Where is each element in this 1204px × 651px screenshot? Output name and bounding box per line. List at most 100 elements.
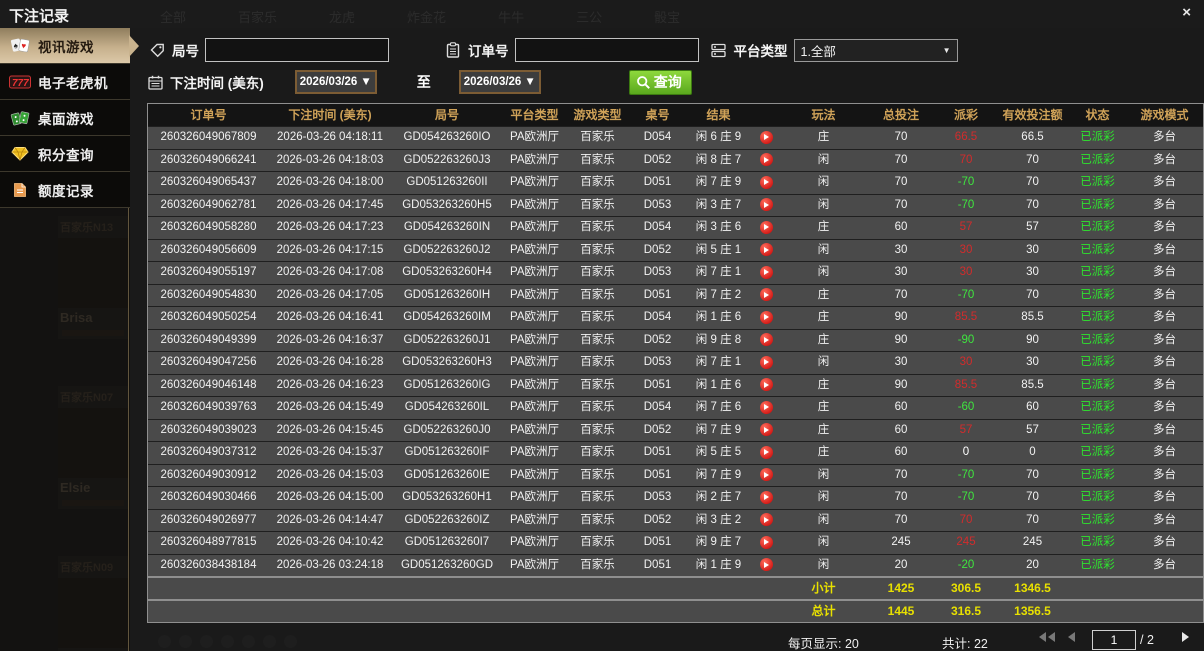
- cell-result: 闲 1 庄 9: [695, 558, 742, 571]
- replay-video-button[interactable]: [759, 468, 773, 482]
- cell-round: GD053263260H4: [402, 266, 492, 279]
- cell-order: 260326049030466: [160, 491, 257, 504]
- cell-bet_on: 闲: [817, 468, 830, 481]
- table-row: 260326049055197 2026-03-26 04:17:08 GD0532…: [148, 261, 1203, 284]
- next-page-icon[interactable]: [1182, 632, 1189, 642]
- play-icon: [764, 494, 769, 501]
- replay-video-button[interactable]: [759, 445, 773, 459]
- cell-platform: PA欧洲厅: [510, 491, 559, 504]
- replay-video-button[interactable]: [759, 558, 773, 572]
- col-header-payout: 派彩: [953, 108, 978, 122]
- cell-game: 百家乐: [580, 491, 615, 504]
- cell-order: 260326049039023: [160, 423, 257, 436]
- table-row: 260326049062781 2026-03-26 04:17:45 GD0532…: [148, 193, 1203, 216]
- platform-icon: [708, 43, 730, 58]
- cell-time: 2026-03-26 04:17:15: [276, 243, 384, 256]
- subtotal-row-bet_on: 小计: [811, 581, 836, 595]
- cell-time: 2026-03-26 04:18:00: [276, 176, 384, 189]
- query-button[interactable]: 查询: [628, 69, 692, 95]
- cell-valid_bet: 70: [1026, 153, 1039, 166]
- replay-video-button[interactable]: [759, 220, 773, 234]
- page-number-input[interactable]: [1092, 630, 1136, 650]
- cell-status: 已派彩: [1080, 401, 1115, 414]
- cell-time: 2026-03-26 04:15:49: [276, 401, 384, 414]
- replay-video-button[interactable]: [759, 423, 773, 437]
- cell-status: 已派彩: [1080, 266, 1115, 279]
- table-header-row: 订单号 下注时间 (美东) 局号 平台类型 游戏类型 桌号 结果 玩法 总投注 派彩 有效投注额 状态…: [148, 104, 1203, 126]
- cell-table: D053: [643, 266, 672, 279]
- backdrop-tab: 炸金花: [407, 10, 447, 25]
- replay-video-button[interactable]: [759, 243, 773, 257]
- pagination-bar: 每页显示: 20 共计: 22 / 2: [130, 626, 1204, 651]
- replay-video-button[interactable]: [759, 355, 773, 369]
- sidebar-item-1[interactable]: ♠ ♥ 视讯游戏: [0, 28, 139, 64]
- replay-video-button[interactable]: [759, 265, 773, 279]
- replay-video-button[interactable]: [759, 333, 773, 347]
- replay-video-button[interactable]: [759, 130, 773, 144]
- sidebar-item-5[interactable]: 额度记录: [0, 172, 130, 208]
- cell-table: D051: [643, 176, 672, 189]
- backdrop-tab: 全部: [160, 10, 187, 25]
- replay-video-button[interactable]: [759, 535, 773, 549]
- table-row: 260326049065437 2026-03-26 04:18:00 GD0512…: [148, 171, 1203, 194]
- cell-platform: PA欧洲厅: [510, 288, 559, 301]
- replay-video-button[interactable]: [759, 198, 773, 212]
- previous-page-icon[interactable]: [1068, 632, 1075, 642]
- cell-payout: 66.5: [954, 131, 978, 144]
- cell-valid_bet: 30: [1026, 243, 1039, 256]
- replay-video-button[interactable]: [759, 490, 773, 504]
- replay-video-button[interactable]: [759, 153, 773, 167]
- cell-payout: -70: [957, 176, 975, 189]
- cell-bet_on: 闲: [817, 198, 830, 211]
- cell-game: 百家乐: [580, 446, 615, 459]
- cell-round: GD051263260I7: [404, 536, 490, 549]
- sidebar-item-3[interactable]: 桌面游戏: [0, 100, 130, 136]
- cell-time: 2026-03-26 04:15:45: [276, 423, 384, 436]
- close-icon[interactable]: ×: [1182, 5, 1191, 21]
- cell-status: 已派彩: [1080, 311, 1115, 324]
- cell-table: D054: [643, 131, 672, 144]
- cell-payout: 70: [959, 513, 973, 526]
- order-number-input[interactable]: [514, 38, 699, 62]
- replay-video-button[interactable]: [759, 513, 773, 527]
- cell-valid_bet: 70: [1026, 468, 1039, 481]
- table-row: 260326049026977 2026-03-26 04:14:47 GD0522…: [148, 508, 1203, 531]
- cell-total_bet: 70: [894, 198, 908, 211]
- titlebar: 下注记录 全部 百家乐 龙虎 炸金花 牛牛 三公 骰宝 ×: [0, 0, 1204, 29]
- replay-video-button[interactable]: [759, 400, 773, 414]
- clipboard-icon: [442, 42, 464, 58]
- replay-video-button[interactable]: [759, 175, 773, 189]
- replay-video-button[interactable]: [759, 310, 773, 324]
- cell-payout: -70: [957, 491, 975, 504]
- play-icon: [764, 449, 769, 456]
- bet-records-table: 订单号 下注时间 (美东) 局号 平台类型 游戏类型 桌号 结果 玩法 总投注 派彩 有效投注额 状态…: [147, 103, 1204, 623]
- cell-platform: PA欧洲厅: [510, 243, 559, 256]
- platform-type-select[interactable]: 1.全部 ▼: [793, 38, 958, 62]
- cell-time: 2026-03-26 04:14:47: [276, 513, 384, 526]
- total-count-label: 共计: 22: [942, 637, 988, 651]
- cell-time: 2026-03-26 04:18:03: [276, 153, 384, 166]
- cell-total_bet: 20: [894, 558, 908, 571]
- cell-bet_on: 庄: [817, 401, 830, 414]
- play-icon: [764, 269, 769, 276]
- sidebar-item-4[interactable]: 积分查询: [0, 136, 130, 172]
- cell-result: 闲 7 庄 9: [695, 468, 742, 481]
- date-to-picker[interactable]: 2026/03/26 ▼: [458, 70, 541, 94]
- round-number-input[interactable]: [205, 38, 389, 62]
- betting-records-window: 下注记录 全部 百家乐 龙虎 炸金花 牛牛 三公 骰宝 × ♠ ♥ 视讯游戏 777 电子老虎机 桌面…: [0, 0, 1204, 651]
- cell-status: 已派彩: [1080, 513, 1115, 526]
- sidebar-item-2[interactable]: 777 电子老虎机: [0, 64, 130, 100]
- chevron-down-icon: ▼: [524, 76, 536, 88]
- cell-round: GD053263260H3: [402, 356, 492, 369]
- first-page-icon[interactable]: [1038, 632, 1056, 642]
- cell-valid_bet: 70: [1026, 176, 1039, 189]
- cell-play: [751, 330, 781, 351]
- cell-round: GD054263260IM: [403, 311, 491, 324]
- replay-video-button[interactable]: [759, 288, 773, 302]
- replay-video-button[interactable]: [759, 378, 773, 392]
- filter-row-2: 下注时间 (美东) 2026/03/26 ▼ 至 2026/03/26 ▼ 查询: [144, 69, 692, 95]
- date-from-picker[interactable]: 2026/03/26 ▼: [294, 70, 377, 94]
- cell-result: 闲 6 庄 9: [695, 131, 742, 144]
- cell-play: [751, 285, 781, 306]
- cell-platform: PA欧洲厅: [510, 221, 559, 234]
